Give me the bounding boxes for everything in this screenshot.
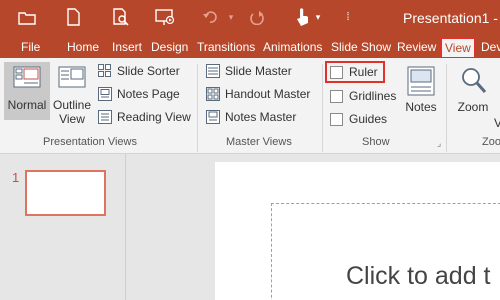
title-placeholder-text: Click to add t (346, 262, 491, 290)
slide-number: 1 (12, 170, 20, 185)
reading-view-label: Reading View (117, 110, 191, 124)
handout-master-label: Handout Master (225, 87, 311, 101)
gridlines-checkbox-box[interactable] (330, 89, 343, 103)
print-preview-icon[interactable] (106, 4, 136, 30)
zoom-button[interactable]: Zoom (450, 64, 496, 126)
undo-icon[interactable] (198, 4, 222, 30)
ruler-checkbox[interactable]: Ruler (325, 61, 385, 83)
outline-view-label-line: View (59, 112, 85, 126)
tab-slide-show[interactable]: Slide Show (328, 38, 394, 58)
ruler-label: Ruler (349, 65, 378, 79)
notes-icon (407, 66, 435, 96)
slide-sorter-label: Slide Sorter (117, 64, 180, 78)
present-from-start-icon[interactable] (150, 4, 180, 30)
slide-sorter-icon (98, 64, 111, 77)
zoom-label: Zoom (457, 100, 489, 114)
ribbon-view: Normal Outline View Slide Sorter Notes Pa… (0, 58, 500, 154)
notes-label: Notes (405, 100, 437, 114)
tab-view[interactable]: View (440, 37, 476, 59)
group-divider (322, 64, 323, 152)
handout-master-button[interactable]: Handout Master (206, 87, 310, 101)
notes-button[interactable]: Notes (400, 64, 442, 124)
touch-mode-icon[interactable] (290, 4, 314, 30)
reading-view-button[interactable]: Reading View (98, 110, 191, 124)
handout-master-icon (206, 87, 220, 101)
master-views-group-label: Master Views (226, 136, 292, 148)
show-dialog-launcher-icon[interactable]: ⌟ (437, 138, 441, 149)
tab-file[interactable]: File (18, 38, 43, 58)
tab-transitions[interactable]: Transitions (194, 38, 258, 58)
gridlines-checkbox[interactable]: Gridlines (330, 89, 396, 103)
normal-view-label: Normal (7, 98, 47, 112)
group-divider (446, 64, 447, 152)
new-file-icon[interactable] (58, 4, 88, 30)
notes-master-button[interactable]: Notes Master (206, 110, 296, 124)
outline-view-label-line: Outline (52, 98, 92, 112)
slide-thumbnail-pane: 1 (0, 154, 126, 300)
tab-review[interactable]: Review (394, 38, 439, 58)
notes-page-button[interactable]: Notes Page (98, 87, 180, 101)
slide-sorter-button[interactable]: Slide Sorter (98, 64, 180, 78)
gridlines-label: Gridlines (349, 89, 397, 103)
notes-master-icon (206, 110, 220, 124)
window-title: Presentation1 - Po (403, 10, 500, 26)
normal-view-icon (13, 66, 41, 88)
tab-design[interactable]: Design (148, 38, 191, 58)
presentation-views-group-label: Presentation Views (43, 136, 137, 148)
outline-view-label: Outline View (46, 98, 98, 126)
guides-checkbox-box[interactable] (330, 112, 343, 126)
zoom-group-label: Zoo (482, 136, 500, 148)
cut-off-ribbon-label: V (494, 116, 500, 130)
notes-page-icon (98, 87, 112, 101)
zoom-icon (462, 68, 487, 93)
guides-checkbox[interactable]: Guides (330, 112, 387, 126)
slide-thumbnail[interactable] (25, 170, 106, 216)
redo-icon[interactable] (245, 4, 269, 30)
slide-master-icon (206, 64, 220, 78)
open-folder-icon[interactable] (12, 4, 42, 30)
customize-toolbar-icon[interactable]: ⁞ (340, 4, 356, 30)
outline-view-icon (58, 66, 86, 88)
ruler-checkbox-box[interactable] (330, 65, 343, 79)
notes-master-label: Notes Master (225, 110, 297, 124)
slide-master-button[interactable]: Slide Master (206, 64, 292, 78)
guides-label: Guides (349, 112, 388, 126)
normal-view-button[interactable]: Normal (4, 62, 50, 120)
powerpoint-window: ▾ ▾ ⁞ Presentation1 - Po File Home Inser… (0, 0, 500, 300)
tab-home[interactable]: Home (64, 38, 102, 58)
group-divider (197, 64, 198, 152)
undo-dropdown-icon[interactable]: ▾ (226, 4, 236, 30)
reading-view-icon (98, 110, 112, 124)
outline-view-button[interactable]: Outline View (52, 62, 92, 136)
tab-developer[interactable]: Dev (478, 38, 500, 58)
tab-animations[interactable]: Animations (260, 38, 325, 58)
tab-insert[interactable]: Insert (109, 38, 145, 58)
slide-master-label: Slide Master (225, 64, 292, 78)
title-bar: ▾ ▾ ⁞ Presentation1 - Po (0, 0, 500, 36)
notes-page-label: Notes Page (117, 87, 180, 101)
ribbon-tabs: File Home Insert Design Transitions Anim… (0, 36, 500, 59)
touch-mode-dropdown-icon[interactable]: ▾ (313, 4, 323, 30)
show-group-label: Show (362, 136, 390, 148)
